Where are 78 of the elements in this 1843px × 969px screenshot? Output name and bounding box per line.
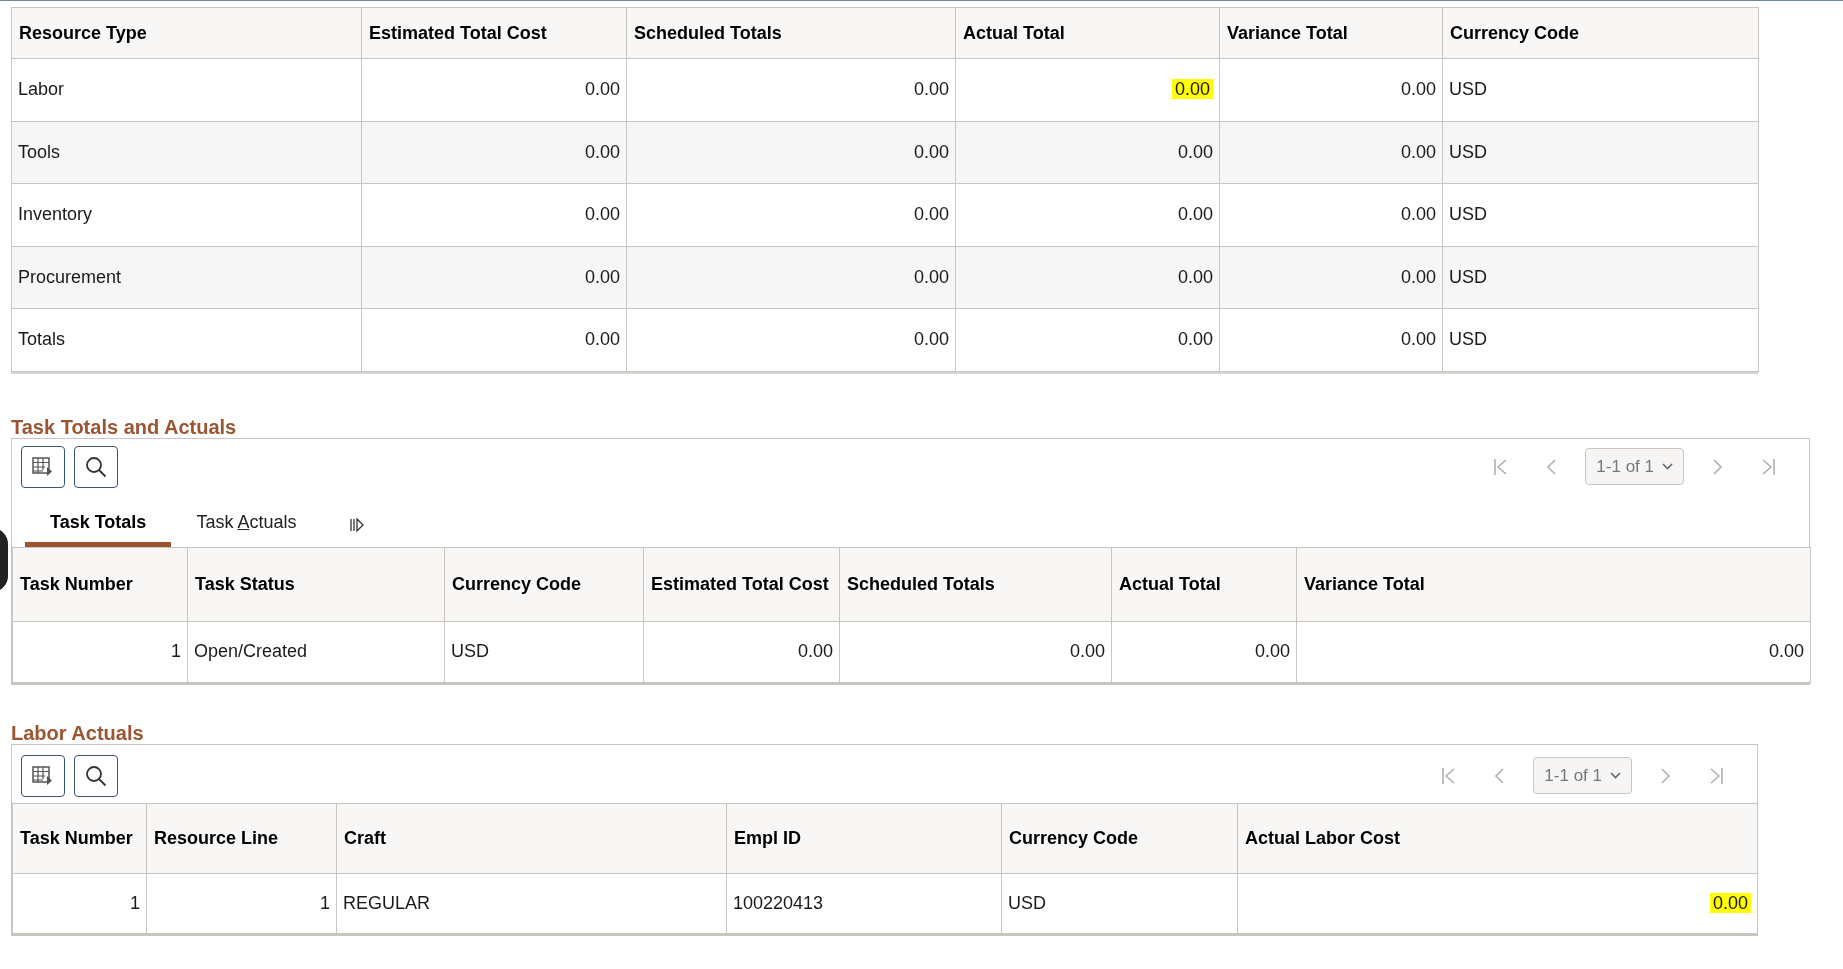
tab[interactable]: Task Actuals: [171, 502, 322, 547]
table-cell: 1: [171, 641, 181, 661]
grid-icon: [32, 456, 54, 477]
column-header: Actual Labor Cost: [1237, 803, 1758, 873]
column-header: Currency Code: [1442, 7, 1759, 59]
column-header: Variance Total: [1296, 547, 1811, 621]
table-cell: Labor: [18, 79, 65, 100]
table-cell: 0.00: [584, 141, 620, 162]
table-cell: 0.00: [1171, 79, 1213, 100]
section-title: Task Totals and Actuals: [11, 415, 238, 438]
table-cell: 0.00: [1177, 141, 1213, 162]
table-cell: 0.00: [1177, 204, 1213, 225]
column-header: Scheduled Totals: [626, 7, 956, 59]
table-cell: USD: [1449, 266, 1487, 287]
table-cell: Inventory: [18, 204, 93, 225]
chevron-down-icon: [1610, 772, 1621, 779]
search-button[interactable]: [74, 754, 118, 797]
search-icon: [85, 764, 107, 787]
table-cell: REGULAR: [343, 892, 431, 913]
table-cell: USD: [1008, 892, 1046, 913]
table-cell: 0.00: [1177, 329, 1213, 350]
column-header: Estimated Total Cost: [361, 7, 627, 59]
column-header: Actual Total: [955, 7, 1220, 59]
table-cell: 0.00: [1400, 329, 1436, 350]
page-range-dropdown[interactable]: 1-1 of 1: [1533, 757, 1632, 794]
column-header: Variance Total: [1219, 7, 1443, 59]
table-cell: 1: [130, 892, 140, 913]
column-header: Resource Type: [11, 7, 362, 59]
table-cell: 0.00: [1768, 641, 1804, 661]
table-cell: Tools: [18, 141, 61, 162]
column-header: Currency Code: [1001, 803, 1238, 873]
column-header: Currency Code: [444, 547, 644, 621]
table-cell: 1: [320, 892, 330, 913]
column-header: Actual Total: [1111, 547, 1297, 621]
table-cell: 0.00: [1254, 641, 1290, 661]
table-cell: 0.00: [913, 266, 949, 287]
column-header: Empl ID: [726, 803, 1002, 873]
table-cell: 0.00: [1400, 79, 1436, 100]
search-icon: [85, 455, 107, 478]
grid-menu-button[interactable]: [21, 754, 65, 797]
section-title: Labor Actuals: [11, 721, 145, 744]
grid-menu-button[interactable]: [21, 445, 65, 488]
table-cell: 0.00: [1069, 641, 1105, 661]
table-cell: 0.00: [1400, 204, 1436, 225]
table-cell: 0.00: [584, 204, 620, 225]
table-cell: 0.00: [584, 79, 620, 100]
column-header: Craft: [336, 803, 727, 873]
table-cell: 0.00: [913, 329, 949, 350]
table-cell: 100220413: [733, 892, 824, 913]
table-cell: 0.00: [797, 641, 833, 661]
table-cell: USD: [1449, 79, 1487, 100]
table-cell: 0.00: [913, 141, 949, 162]
table-cell: USD: [1449, 329, 1487, 350]
grid-icon: [32, 765, 54, 786]
table-cell: 0.00: [913, 79, 949, 100]
column-header: Estimated Total Cost: [643, 547, 840, 621]
table-cell: USD: [1449, 141, 1487, 162]
column-header: Task Number: [12, 803, 147, 873]
page-range-dropdown[interactable]: 1-1 of 1: [1585, 448, 1684, 485]
table-cell: 0.00: [584, 329, 620, 350]
table-cell: USD: [451, 641, 489, 661]
search-button[interactable]: [74, 445, 118, 488]
table-cell: Totals: [18, 329, 66, 350]
table-cell: 0.00: [1400, 141, 1436, 162]
table-cell: Open/Created: [194, 641, 308, 661]
chevron-down-icon: [1662, 463, 1673, 470]
table-cell: 0.00: [1709, 892, 1751, 913]
column-header: Resource Line: [146, 803, 337, 873]
column-header: Scheduled Totals: [839, 547, 1112, 621]
column-header: Task Status: [187, 547, 445, 621]
columns-expand-icon: [349, 516, 366, 533]
table-cell: 0.00: [913, 204, 949, 225]
table-cell: Procurement: [18, 266, 122, 287]
table-cell: 0.00: [1177, 266, 1213, 287]
table-cell: 0.00: [584, 266, 620, 287]
table-cell: 0.00: [1400, 266, 1436, 287]
table-cell: USD: [1449, 204, 1487, 225]
column-header: Task Number: [12, 547, 188, 621]
